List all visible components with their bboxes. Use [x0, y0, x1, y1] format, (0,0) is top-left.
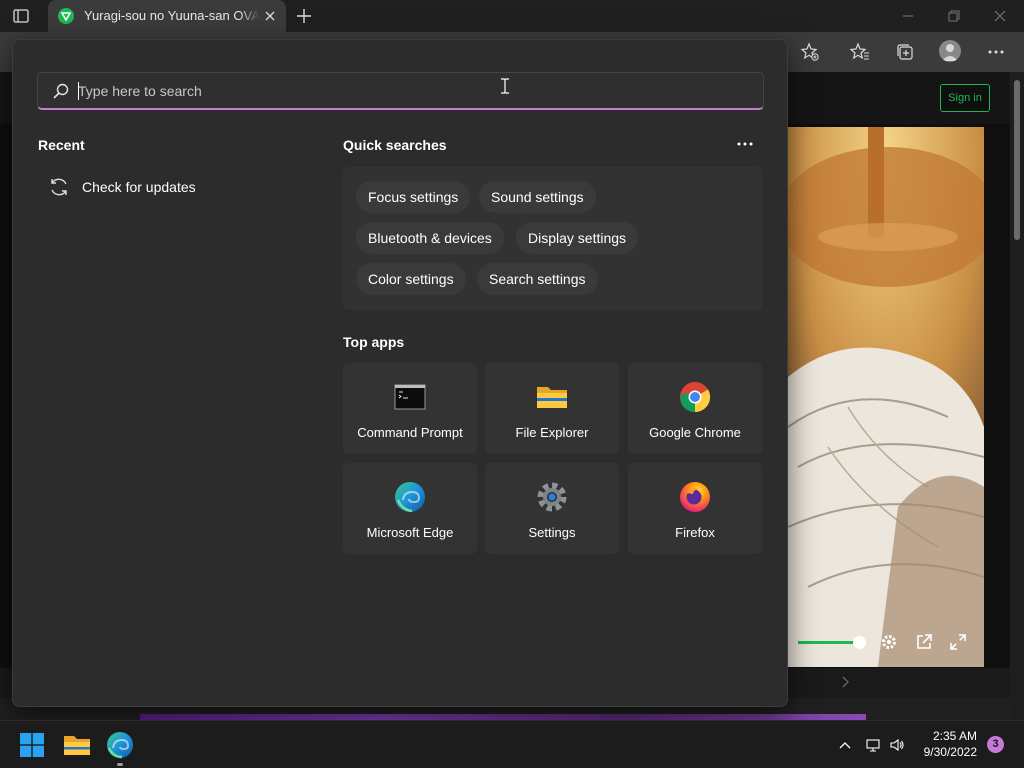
- quick-search-bluetooth-devices[interactable]: Bluetooth & devices: [356, 222, 504, 254]
- app-tile-settings[interactable]: Settings: [485, 463, 619, 554]
- volume-icon[interactable]: [889, 737, 905, 753]
- search-box[interactable]: [37, 72, 764, 110]
- active-app-indicator: [117, 763, 123, 766]
- recent-heading: Recent: [38, 137, 85, 153]
- file-explorer-icon: [536, 381, 568, 413]
- app-tile-microsoft-edge[interactable]: Microsoft Edge: [343, 463, 477, 554]
- notification-count-badge[interactable]: 3: [987, 736, 1004, 753]
- app-label: Google Chrome: [649, 425, 741, 440]
- video-controls: [788, 626, 984, 658]
- browser-tab[interactable]: Yuragi-sou no Yuuna-san OVA Ep: [48, 0, 286, 32]
- app-tile-google-chrome[interactable]: Google Chrome: [628, 363, 762, 454]
- favorites-icon[interactable]: [849, 42, 870, 62]
- text-caret: [78, 82, 79, 100]
- settings-icon: [536, 481, 568, 513]
- app-tile-firefox[interactable]: Firefox: [628, 463, 762, 554]
- quick-search-focus-settings[interactable]: Focus settings: [356, 181, 471, 213]
- chrome-icon: [679, 381, 711, 413]
- search-icon: [52, 82, 70, 100]
- quick-search-display-settings[interactable]: Display settings: [516, 222, 639, 254]
- mouse-ibeam-cursor-icon: [500, 78, 510, 94]
- start-windows-icon[interactable]: [16, 729, 48, 761]
- taskbar-edge-icon[interactable]: [104, 729, 136, 761]
- recent-item-label: Check for updates: [82, 179, 196, 195]
- collections-icon[interactable]: [895, 42, 915, 62]
- profile-avatar-icon[interactable]: [939, 40, 961, 62]
- more-options-ellipsis-icon[interactable]: [735, 136, 755, 152]
- video-settings-gear-icon[interactable]: [880, 633, 898, 651]
- quick-search-color-settings[interactable]: Color settings: [356, 263, 466, 295]
- app-label: File Explorer: [515, 425, 589, 440]
- windows-search-flyout: Recent Check for updates Quick searches …: [12, 39, 788, 707]
- app-label: Microsoft Edge: [366, 525, 454, 540]
- tab-actions-icon[interactable]: [12, 7, 30, 25]
- volume-slider[interactable]: [798, 641, 858, 644]
- chevron-right-icon[interactable]: [840, 674, 852, 690]
- quick-search-sound-settings[interactable]: Sound settings: [479, 181, 596, 213]
- page-scrollbar[interactable]: [1011, 72, 1024, 720]
- volume-slider-knob[interactable]: [853, 636, 866, 649]
- tab-title: Yuragi-sou no Yuuna-san OVA Ep: [84, 8, 260, 23]
- scrollbar-thumb[interactable]: [1014, 80, 1020, 240]
- close-window-icon[interactable]: [992, 8, 1008, 24]
- app-label: Command Prompt: [357, 425, 463, 440]
- quick-search-search-settings[interactable]: Search settings: [477, 263, 598, 295]
- video-player[interactable]: [788, 127, 984, 667]
- browser-tab-bar: Yuragi-sou no Yuuna-san OVA Ep: [0, 0, 1024, 32]
- app-label: Settings: [528, 525, 576, 540]
- network-icon[interactable]: [865, 737, 881, 753]
- more-options-icon[interactable]: [986, 42, 1006, 62]
- taskbar: [0, 720, 1024, 768]
- popout-icon[interactable]: [915, 633, 933, 651]
- taskbar-clock-time[interactable]: 2:35 AM: [905, 729, 977, 743]
- taskbar-clock-date[interactable]: 9/30/2022: [905, 745, 977, 759]
- close-tab-icon[interactable]: [262, 8, 278, 24]
- minimize-icon[interactable]: [900, 8, 916, 24]
- taskbar-file-explorer-icon[interactable]: [61, 729, 93, 761]
- top-apps-heading: Top apps: [343, 334, 405, 350]
- quick-searches-heading: Quick searches: [343, 137, 447, 153]
- app-tile-command-prompt[interactable]: Command Prompt: [343, 363, 477, 454]
- quick-searches-panel: Focus settings Sound settings Bluetooth …: [343, 167, 762, 310]
- search-input[interactable]: [78, 79, 718, 103]
- restore-icon[interactable]: [946, 8, 962, 24]
- command-prompt-icon: [394, 381, 426, 413]
- site-favicon-icon: [58, 8, 74, 24]
- refresh-icon: [48, 176, 70, 198]
- chevron-up-icon[interactable]: [837, 737, 853, 753]
- recent-item-check-for-updates[interactable]: Check for updates: [38, 170, 298, 204]
- firefox-icon: [679, 481, 711, 513]
- app-label: Firefox: [675, 525, 715, 540]
- fullscreen-icon[interactable]: [949, 633, 967, 651]
- app-tile-file-explorer[interactable]: File Explorer: [485, 363, 619, 454]
- new-tab-icon[interactable]: [295, 7, 313, 25]
- sign-in-button[interactable]: Sign in: [940, 84, 990, 112]
- edge-icon: [394, 481, 426, 513]
- add-favorite-icon[interactable]: [800, 42, 820, 62]
